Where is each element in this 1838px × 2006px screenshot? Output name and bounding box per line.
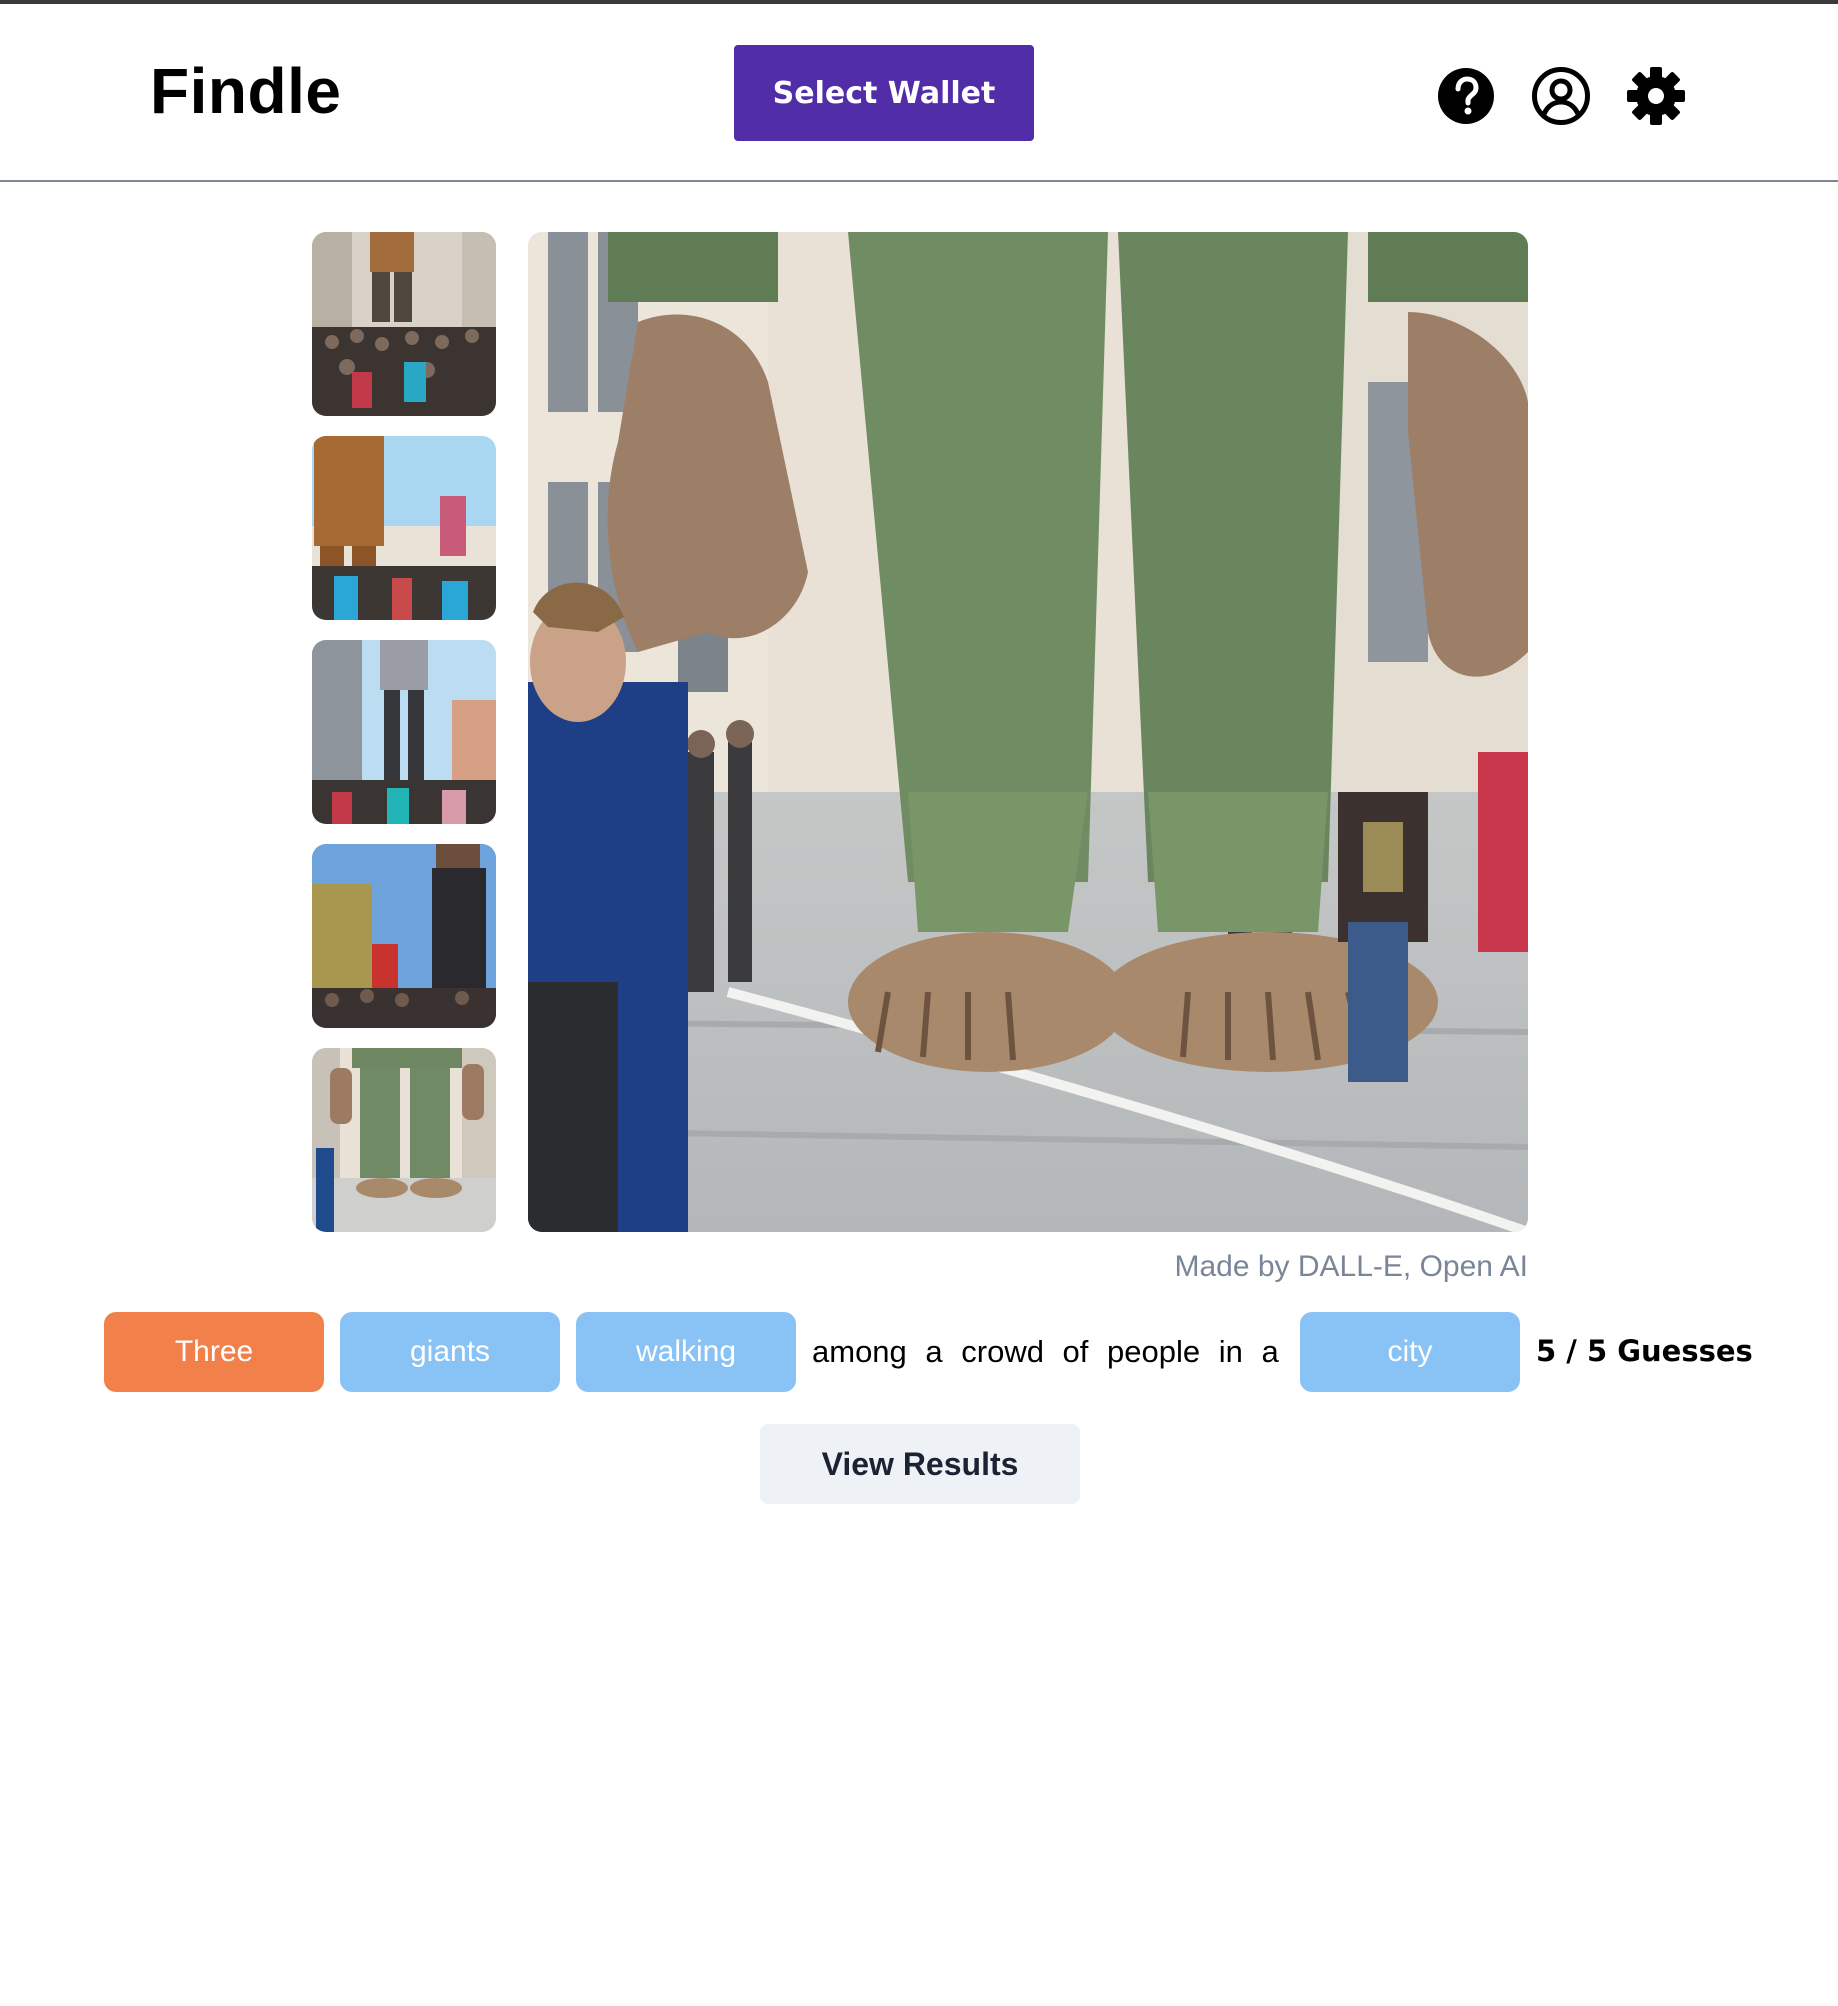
app-logo[interactable]: Findle — [150, 54, 341, 128]
prompt-text: among a crowd of people in a — [812, 1334, 1279, 1369]
thumbnail-2[interactable] — [312, 436, 496, 620]
thumbnail-strip — [312, 232, 496, 1252]
word-chip-2[interactable]: giants — [340, 1312, 560, 1392]
thumbnail-5[interactable] — [312, 1048, 496, 1232]
view-results-button[interactable]: View Results — [760, 1424, 1080, 1504]
thumbnail-3[interactable] — [312, 640, 496, 824]
guess-row: Three giants walking among a crowd of pe… — [104, 1312, 1753, 1392]
user-circle-icon[interactable] — [1531, 66, 1591, 126]
question-circle-icon[interactable] — [1436, 66, 1496, 126]
word-chip-3[interactable]: walking — [576, 1312, 796, 1392]
main-puzzle-image — [528, 232, 1528, 1232]
app-header: Findle Select Wallet — [0, 4, 1838, 182]
thumbnail-1[interactable] — [312, 232, 496, 416]
thumbnail-4[interactable] — [312, 844, 496, 1028]
guess-counter: 5 / 5 Guesses — [1536, 1334, 1753, 1368]
word-chip-5[interactable]: city — [1300, 1312, 1520, 1392]
image-credit: Made by DALL-E, Open AI — [1174, 1250, 1528, 1283]
word-chip-1[interactable]: Three — [104, 1312, 324, 1392]
gear-icon[interactable] — [1626, 66, 1686, 126]
select-wallet-button[interactable]: Select Wallet — [734, 45, 1034, 141]
